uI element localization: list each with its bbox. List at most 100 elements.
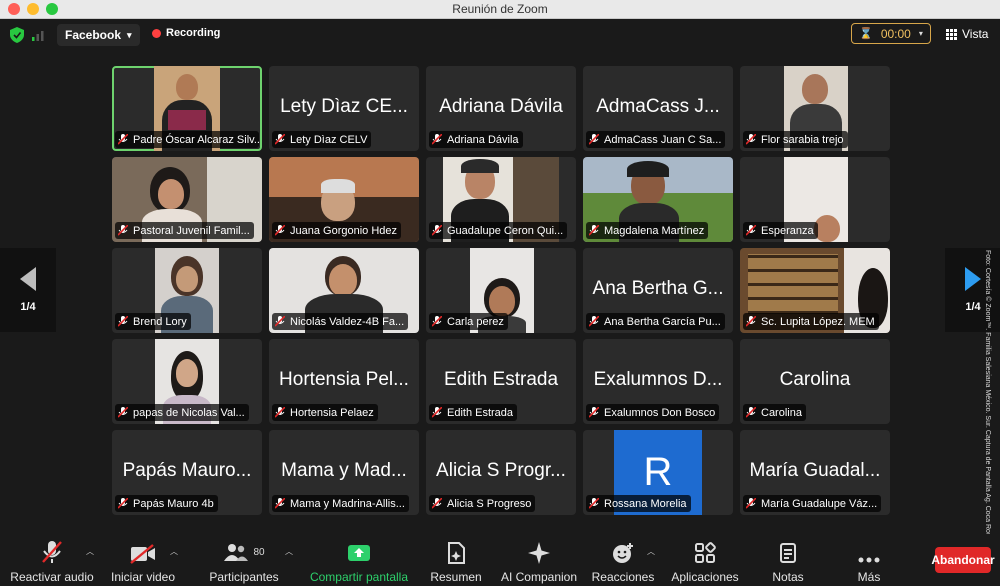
mic-muted-icon	[746, 498, 756, 509]
participant-tile[interactable]: Magdalena Martínez	[583, 157, 733, 242]
participant-name-label: Alicia S Progreso	[429, 495, 536, 512]
participant-name-label: Edith Estrada	[429, 404, 518, 421]
previous-page-button[interactable]: 1/4	[0, 248, 56, 332]
participants-button[interactable]: 80 Participantes	[204, 540, 284, 584]
view-button[interactable]: Vista	[946, 27, 988, 41]
recording-indicator[interactable]: Recording	[152, 27, 220, 39]
participant-tile[interactable]: papas de Nicolas Val...	[112, 339, 262, 424]
mic-muted-icon	[746, 225, 756, 236]
mic-muted-icon	[589, 316, 599, 327]
share-screen-button[interactable]: Compartir pantalla	[306, 540, 412, 584]
participant-name: Ana Bertha García Pu...	[604, 315, 721, 328]
apps-button[interactable]: Aplicaciones	[666, 540, 744, 584]
participant-tile[interactable]: Carla perez	[426, 248, 576, 333]
participant-name-label: Carolina	[743, 404, 806, 421]
participant-tile[interactable]: Flor sarabia trejo	[740, 66, 890, 151]
participant-name: Flor sarabia trejo	[761, 133, 844, 146]
video-options-chevron-icon[interactable]: ︿	[170, 546, 178, 557]
participant-name: Exalumnos Don Bosco	[604, 406, 716, 419]
unmute-audio-label: Reactivar audio	[10, 570, 94, 584]
participant-name: Juana Gorgonio Hdez	[290, 224, 398, 237]
grid-view-icon	[946, 28, 957, 40]
summary-button[interactable]: Resumen	[424, 540, 488, 584]
participant-tile[interactable]: Carolina Carolina	[740, 339, 890, 424]
reactions-label: Reacciones	[591, 570, 655, 584]
participant-tile[interactable]: Sc. Lupita López. MEM	[740, 248, 890, 333]
mic-muted-icon	[746, 407, 756, 418]
participant-name-label: Ana Bertha García Pu...	[586, 313, 725, 330]
meeting-timer[interactable]: ⌛ 00:00 ▾	[851, 23, 931, 44]
livestream-dropdown[interactable]: Facebook ▾	[57, 24, 140, 46]
participant-name-label: Mama y Madrina-Allis...	[272, 495, 409, 512]
participant-name: María Guadalupe Váz...	[761, 497, 878, 510]
mic-muted-icon	[118, 225, 128, 236]
participant-name: Brend Lory	[133, 315, 187, 328]
participant-display-name: Exalumnos D...	[593, 369, 723, 390]
participant-tile[interactable]: Juana Gorgonio Hdez	[269, 157, 419, 242]
mic-muted-icon	[746, 316, 756, 327]
participant-tile[interactable]: Hortensia Pel... Hortensia Pelaez	[269, 339, 419, 424]
shield-icon[interactable]	[10, 27, 24, 43]
notes-button[interactable]: Notas	[760, 540, 816, 584]
participant-display-name: AdmaCass J...	[596, 96, 720, 117]
participant-tile[interactable]: María Guadal... María Guadalupe Váz...	[740, 430, 890, 515]
photo-credit-text: Foto: Cortesía © Zoom™. Familia Salesian…	[984, 250, 991, 544]
mic-muted-icon	[275, 225, 285, 236]
participant-tile[interactable]: Lety Dìaz CE... Lety Dìaz CELV	[269, 66, 419, 151]
participant-name-label: AdmaCass Juan C Sa...	[586, 131, 726, 148]
participant-name: Guadalupe Ceron Qui...	[447, 224, 564, 237]
participant-tile[interactable]: Edith Estrada Edith Estrada	[426, 339, 576, 424]
participant-name-label: Nicolás Valdez-4B Fa...	[272, 313, 409, 330]
participant-tile[interactable]: Exalumnos D... Exalumnos Don Bosco	[583, 339, 733, 424]
mic-muted-icon	[432, 316, 442, 327]
participant-tile[interactable]: Adriana Dávila Adriana Dávila	[426, 66, 576, 151]
meeting-topbar: Facebook ▾ Recording ⌛ 00:00 ▾ Vista	[0, 19, 1000, 51]
participant-tile[interactable]: Pastoral Juvenil Famil...	[112, 157, 262, 242]
participant-display-name: Alicia S Progr...	[436, 460, 566, 481]
participant-name-label: Guadalupe Ceron Qui...	[429, 222, 568, 239]
smiley-icon	[613, 543, 633, 563]
livestream-label: Facebook	[65, 28, 122, 42]
reactions-options-chevron-icon[interactable]: ︿	[647, 546, 655, 557]
mic-muted-icon	[118, 407, 128, 418]
unmute-audio-button[interactable]: Reactivar audio	[10, 540, 94, 584]
participant-name: papas de Nicolas Val...	[133, 406, 245, 419]
participant-tile[interactable]: Brend Lory	[112, 248, 262, 333]
ai-companion-button[interactable]: AI Companion	[498, 540, 580, 584]
sparkle-icon	[528, 542, 550, 564]
participant-tile[interactable]: R Rossana Morelia	[583, 430, 733, 515]
mic-muted-icon	[589, 407, 599, 418]
participant-name: Nicolás Valdez-4B Fa...	[290, 315, 405, 328]
participant-tile[interactable]: Alicia S Progr... Alicia S Progreso	[426, 430, 576, 515]
participant-name: Alicia S Progreso	[447, 497, 532, 510]
participant-tile[interactable]: Papás Mauro... Papás Mauro 4b	[112, 430, 262, 515]
participant-name-label: Esperanza	[743, 222, 818, 239]
summary-label: Resumen	[430, 570, 482, 584]
participant-name: Adriana Dávila	[447, 133, 519, 146]
participant-tile[interactable]: Nicolás Valdez-4B Fa...	[269, 248, 419, 333]
record-dot-icon	[152, 28, 161, 38]
participant-tile[interactable]: Ana Bertha G... Ana Bertha García Pu...	[583, 248, 733, 333]
more-button[interactable]: Más	[846, 540, 892, 584]
participant-name-label: Magdalena Martínez	[586, 222, 709, 239]
participant-name: Rossana Morelia	[604, 497, 687, 510]
share-screen-label: Compartir pantalla	[309, 570, 409, 584]
audio-options-chevron-icon[interactable]: ︿	[86, 546, 94, 557]
participant-display-name: Ana Bertha G...	[592, 278, 724, 299]
participant-display-name: Carolina	[779, 369, 851, 390]
participant-name-label: Padre Óscar Alcaraz Silv...	[115, 131, 259, 148]
mic-muted-icon	[275, 316, 285, 327]
connection-signal-icon[interactable]	[32, 29, 44, 41]
participant-name-label: Lety Dìaz CELV	[272, 131, 372, 148]
participants-options-chevron-icon[interactable]: ︿	[285, 546, 293, 557]
participant-tile[interactable]: Esperanza	[740, 157, 890, 242]
participant-tile[interactable]: AdmaCass J... AdmaCass Juan C Sa...	[583, 66, 733, 151]
participant-name-label: papas de Nicolas Val...	[115, 404, 249, 421]
participant-display-name: Edith Estrada	[443, 369, 559, 390]
participant-tile[interactable]: Mama y Mad... Mama y Madrina-Allis...	[269, 430, 419, 515]
photo-credit-watermark: Foto: Cortesía © Zoom™. Familia Salesian…	[984, 250, 997, 580]
participant-tile[interactable]: Guadalupe Ceron Qui...	[426, 157, 576, 242]
participant-name: Padre Óscar Alcaraz Silv...	[133, 133, 259, 146]
participant-tile[interactable]: Padre Óscar Alcaraz Silv...	[112, 66, 262, 151]
leave-meeting-button[interactable]: Abandonar	[931, 547, 995, 573]
